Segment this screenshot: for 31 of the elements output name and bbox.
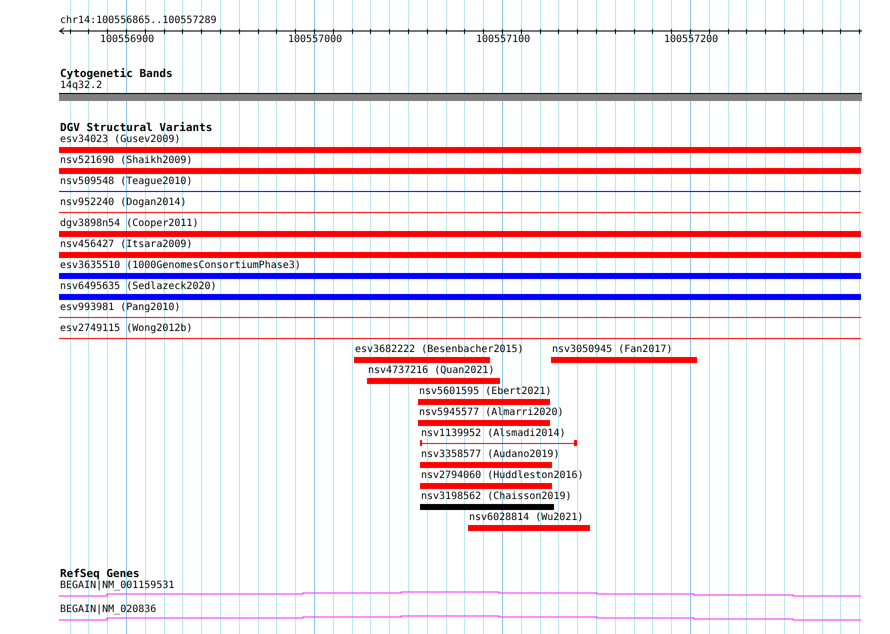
transcript-label: BEGAIN|NM_001159531: [60, 580, 174, 592]
variant-label: nsv4737216 (Quan2021): [368, 365, 494, 377]
variant-label: esv3635510 (1000GenomesConsortiumPhase3): [60, 260, 301, 272]
variant-label: dgv3898n54 (Cooper2011): [60, 218, 198, 230]
ruler-tick-label: 100557000: [288, 34, 342, 46]
track-title: DGV Structural Variants: [60, 122, 212, 134]
variant-label: esv3682222 (Besenbacher2015): [355, 344, 524, 356]
variant-label: nsv521690 (Shaikh2009): [60, 155, 192, 167]
ruler-tick-label: 100556900: [100, 34, 154, 46]
variant-label: nsv3198562 (Chaisson2019): [421, 491, 572, 503]
ruler-tick-label: 100557200: [664, 34, 718, 46]
variant-label: esv34023 (Gusev2009): [60, 134, 180, 146]
variant-label: esv993981 (Pang2010): [60, 302, 180, 314]
variant-label: nsv6495635 (Sedlazeck2020): [60, 281, 217, 293]
variant-label: nsv5945577 (Almarri2020): [419, 407, 564, 419]
variant-label: nsv6028814 (Wu2021): [469, 512, 584, 524]
variant-label: nsv2794060 (Huddleston2016): [421, 470, 584, 482]
track-title: Cytogenetic Bands: [60, 68, 173, 80]
band-label: 14q32.2: [60, 80, 102, 92]
variant-label: nsv5601595 (Ebert2021): [419, 386, 552, 398]
variant-label: nsv456427 (Itsara2009): [60, 239, 192, 251]
variant-label: nsv3358577 (Audano2019): [421, 449, 560, 461]
variant-label: nsv1139952 (Alsmadi2014): [421, 428, 566, 440]
variant-label: nsv952240 (Dogan2014): [60, 197, 186, 209]
ruler-tick-label: 100557100: [476, 34, 530, 46]
variant-label: nsv3050945 (Fan2017): [552, 344, 672, 356]
transcript-label: BEGAIN|NM_020836: [60, 604, 156, 616]
track-title: RefSeq Genes: [60, 568, 140, 580]
variant-label: nsv509548 (Teague2010): [60, 176, 192, 188]
variant-label: esv2749115 (Wong2012b): [60, 323, 192, 335]
location-label: chr14:100556865..100557289: [60, 15, 217, 27]
